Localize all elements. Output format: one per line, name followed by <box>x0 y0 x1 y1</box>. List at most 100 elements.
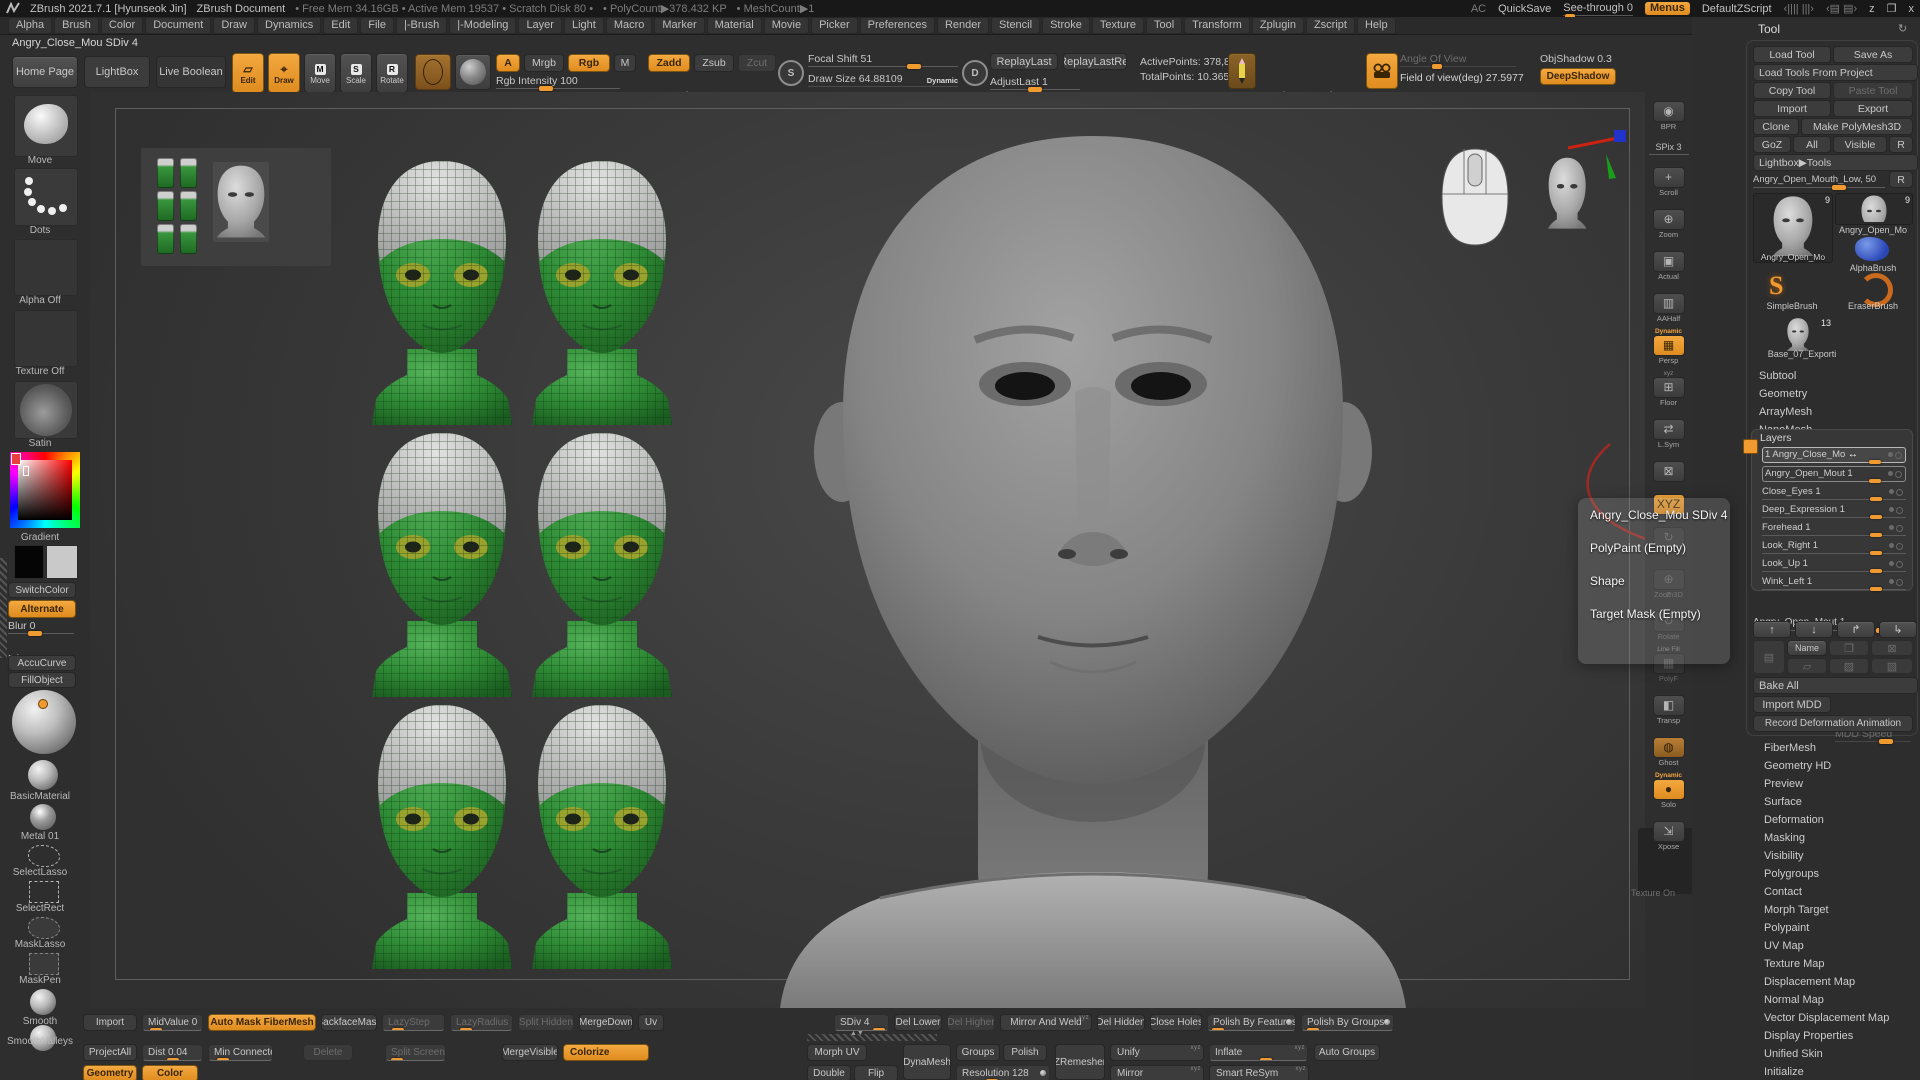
layer-name-button[interactable]: Name <box>1787 640 1827 656</box>
menu-item[interactable]: Brush <box>54 17 99 34</box>
layer-new-button[interactable]: ▤ <box>1753 640 1785 674</box>
current-brush-button[interactable] <box>415 54 451 90</box>
shelf-tool-button[interactable]: SPix 3 <box>1649 136 1689 155</box>
menu-item[interactable]: Movie <box>764 17 809 34</box>
resolution-mode-dot[interactable] <box>1040 1070 1046 1076</box>
close-holes-button[interactable]: Close Holes <box>1150 1014 1202 1031</box>
min-connected-handle[interactable] <box>217 1058 229 1061</box>
replay-last-rel-button[interactable]: ReplayLastRel <box>1063 53 1127 70</box>
mask-lasso-icon[interactable] <box>28 917 60 939</box>
record-deformation-button[interactable]: Record Deformation Animation <box>1753 715 1913 732</box>
menu-item[interactable]: Zscript <box>1306 17 1355 34</box>
layer-record-dot[interactable] <box>1889 579 1894 584</box>
geometry-tab-button[interactable]: Geometry <box>83 1065 137 1080</box>
tool-section-header[interactable]: Polypaint <box>1752 919 1920 937</box>
angle-of-view-slider[interactable]: Angle Of View <box>1400 52 1516 67</box>
shelf-tool-button[interactable]: + Scroll <box>1649 160 1689 197</box>
rgb-intensity-handle[interactable] <box>539 86 553 91</box>
smooth-brush-sphere[interactable] <box>30 989 56 1015</box>
shelf-tool-button[interactable]: ▣ Actual <box>1649 244 1689 281</box>
divider-arrows-icon[interactable]: ▲▼ <box>850 1030 864 1037</box>
tool-reset-icon[interactable]: ↻ <box>1898 22 1907 35</box>
tool-section-header[interactable]: Normal Map <box>1752 991 1920 1009</box>
lazy-step-slider[interactable]: LazyStep <box>382 1014 445 1031</box>
auto-mask-fibermesh-button[interactable]: Auto Mask FiberMesh <box>208 1014 316 1031</box>
tool-section-header[interactable]: Texture Map <box>1752 955 1920 973</box>
tool-panel-title[interactable]: Tool <box>1758 22 1780 36</box>
min-connected-slider[interactable]: Min Connected F <box>208 1044 273 1061</box>
layer-eye-icon[interactable] <box>1895 471 1902 478</box>
lazy-radius-handle[interactable] <box>460 1028 472 1031</box>
sdiv-slider[interactable]: SDiv 4 <box>834 1014 889 1031</box>
merge-down-button[interactable]: MergeDown <box>579 1014 633 1031</box>
menu-item[interactable]: Zplugin <box>1252 17 1304 34</box>
menu-item[interactable]: Edit <box>323 17 358 34</box>
load-tool-button[interactable]: Load Tool <box>1753 46 1831 63</box>
zcut-button[interactable]: Zcut <box>738 54 776 72</box>
import-mdd-button[interactable]: Import MDD <box>1753 696 1831 713</box>
layer-color-swatch[interactable] <box>1743 439 1758 454</box>
layer-row[interactable]: Deep_Expression 1 <box>1762 503 1906 518</box>
layer-intensity-handle[interactable] <box>1869 479 1881 483</box>
menu-item[interactable]: File <box>360 17 394 34</box>
morph-uv-button[interactable]: Morph UV <box>807 1044 867 1061</box>
layer-eye-icon[interactable] <box>1895 452 1902 459</box>
home-page-button[interactable]: Home Page <box>12 56 78 88</box>
zremesher-button[interactable]: ZRemesher <box>1055 1044 1105 1080</box>
base-tool-thumbnail[interactable]: 13 <box>1783 317 1823 351</box>
m-button[interactable]: M <box>614 54 636 72</box>
layer-eye-icon[interactable] <box>1896 561 1903 568</box>
adjust-last-slider[interactable]: AdjustLast 1 <box>990 75 1080 90</box>
layer-invert-button[interactable]: ▱ <box>1787 658 1827 674</box>
popup-menu-item[interactable]: Target Mask (Empty) <box>1590 607 1730 640</box>
midvalue-slider[interactable]: MidValue 0 <box>142 1014 203 1031</box>
active-tool-thumbnail[interactable]: 9 Angry_Open_Mo <box>1753 193 1833 263</box>
goz-r-button[interactable]: R <box>1889 136 1913 153</box>
split-hidden-button[interactable]: Split Hidden <box>518 1014 574 1031</box>
alpha-brush-icon[interactable] <box>1855 237 1889 261</box>
menu-item[interactable]: Help <box>1357 17 1396 34</box>
layer-merge-down-button[interactable]: ▨ <box>1829 658 1869 674</box>
layer-record-dot[interactable] <box>1888 471 1893 476</box>
menu-item[interactable]: |-Modeling <box>449 17 516 34</box>
focal-shift-handle[interactable] <box>907 64 921 69</box>
del-hidden-button[interactable]: Del Hidden <box>1097 1014 1145 1031</box>
tool-section-header[interactable]: Contact <box>1752 883 1920 901</box>
simple-brush-icon[interactable]: S <box>1769 271 1799 299</box>
make-polymesh3d-button[interactable]: Make PolyMesh3D <box>1801 118 1913 135</box>
mirror-and-weld-button[interactable]: Mirror And Weldxyz <box>1000 1014 1092 1031</box>
secondary-color-swatch[interactable] <box>46 545 78 579</box>
menu-item[interactable]: Transform <box>1184 17 1250 34</box>
layer-intensity-handle[interactable] <box>1870 569 1882 573</box>
menu-item[interactable]: Light <box>564 17 604 34</box>
sdiv-handle[interactable] <box>873 1028 885 1031</box>
import-button[interactable]: Import <box>83 1014 137 1031</box>
menu-item[interactable]: Alpha <box>8 17 52 34</box>
shelf-tool-button[interactable]: ◍ Ghost <box>1649 730 1689 767</box>
obj-shadow[interactable]: ObjShadow 0.3 <box>1540 53 1616 65</box>
close-button[interactable]: x <box>1909 3 1915 15</box>
deep-shadow-button[interactable]: DeepShadow <box>1540 68 1616 85</box>
menu-item[interactable]: Preferences <box>860 17 935 34</box>
shelf-tool-button[interactable]: ⊕ Zoom <box>1649 202 1689 239</box>
layer-record-dot[interactable] <box>1888 452 1893 457</box>
shelf-tool-button[interactable]: Dynamic ▦ Persp <box>1649 328 1689 365</box>
dist-handle[interactable] <box>167 1058 179 1061</box>
layer-record-dot[interactable] <box>1889 543 1894 548</box>
tool-section-header[interactable]: Geometry <box>1747 385 1915 403</box>
menu-item[interactable]: Stroke <box>1042 17 1090 34</box>
shelf-scroll-indicator[interactable] <box>0 558 7 658</box>
current-color-sphere[interactable] <box>12 690 76 754</box>
polish-mode-dot[interactable] <box>1384 1019 1390 1025</box>
tool-section-header[interactable]: Displacement Map <box>1752 973 1920 991</box>
layer-duplicate-button[interactable]: ❐ <box>1829 640 1869 656</box>
accucurve-button[interactable]: AccuCurve <box>8 655 76 671</box>
tool-section-header[interactable]: Deformation <box>1752 811 1920 829</box>
rgb-button[interactable]: Rgb <box>568 54 610 72</box>
default-zscript-button[interactable]: DefaultZScript <box>1702 3 1772 15</box>
move-button[interactable]: M Move <box>304 53 336 93</box>
polish-button[interactable]: Polish <box>1003 1044 1047 1061</box>
layer-up-button[interactable]: ↑ <box>1753 621 1791 638</box>
layer-merge-button[interactable]: ↳ <box>1879 621 1917 638</box>
angle-of-view-handle[interactable] <box>1432 64 1442 69</box>
